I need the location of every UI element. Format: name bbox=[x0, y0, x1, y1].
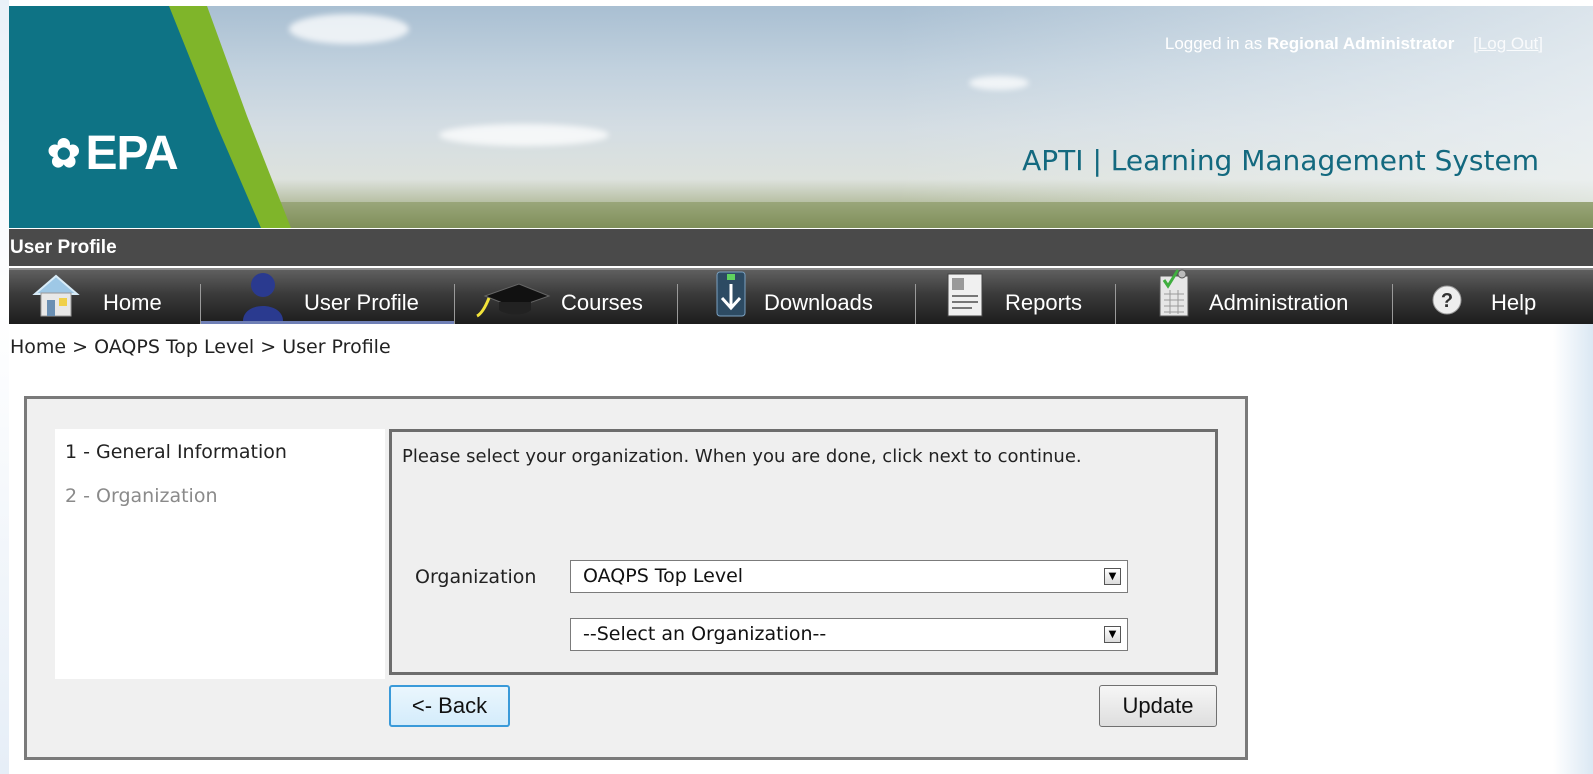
update-button[interactable]: Update bbox=[1099, 685, 1217, 727]
login-status: Logged in as Regional Administrator [Log… bbox=[1164, 34, 1543, 53]
step-general-information[interactable]: 1 - General Information bbox=[65, 441, 287, 463]
nav-administration[interactable]: Administration bbox=[1152, 269, 1387, 324]
back-button[interactable]: <- Back bbox=[389, 685, 510, 727]
user-icon bbox=[243, 273, 283, 321]
user-role: Regional Administrator bbox=[1266, 34, 1455, 53]
step-organization: 2 - Organization bbox=[65, 485, 218, 507]
download-icon bbox=[716, 271, 746, 317]
epa-logo[interactable]: ✿ EPA bbox=[47, 126, 179, 181]
nav-courses[interactable]: Courses bbox=[457, 270, 677, 324]
logout-link[interactable]: [Log Out] bbox=[1473, 34, 1543, 53]
wizard-steps: 1 - General Information 2 - Organization bbox=[55, 429, 385, 679]
dropdown-arrow-icon[interactable]: ▼ bbox=[1104, 568, 1121, 585]
breadcrumb: Home > OAQPS Top Level > User Profile bbox=[10, 336, 391, 358]
wizard-panel: 1 - General Information 2 - Organization… bbox=[24, 396, 1248, 760]
page-edge-right bbox=[1553, 320, 1593, 774]
nav-help[interactable]: ? Help bbox=[1429, 270, 1579, 324]
report-icon bbox=[947, 273, 983, 317]
page-title-bar: User Profile bbox=[9, 229, 1593, 266]
instruction-text: Please select your organization. When yo… bbox=[402, 446, 1082, 467]
page-title: User Profile bbox=[10, 237, 117, 258]
nav-user-profile[interactable]: User Profile bbox=[201, 270, 454, 324]
help-icon: ? bbox=[1432, 285, 1462, 315]
nav-reports[interactable]: Reports bbox=[944, 270, 1114, 324]
page-edge-left bbox=[0, 0, 9, 774]
svg-text:?: ? bbox=[1441, 290, 1453, 312]
system-title: APTI | Learning Management System bbox=[1022, 144, 1539, 177]
main-nav: Home User Profile Courses Downloads Repo… bbox=[9, 268, 1593, 324]
home-icon bbox=[32, 274, 80, 317]
graduation-cap-icon bbox=[476, 283, 551, 318]
dropdown-arrow-icon[interactable]: ▼ bbox=[1104, 626, 1121, 643]
header-banner: ✿ EPA Logged in as Regional Administrato… bbox=[9, 6, 1593, 228]
breadcrumb-user-profile: User Profile bbox=[282, 336, 391, 358]
organization-label: Organization bbox=[415, 566, 537, 588]
organization-select-level-1[interactable]: OAQPS Top Level ▼ bbox=[570, 560, 1128, 593]
organization-select-level-2[interactable]: --Select an Organization-- ▼ bbox=[570, 618, 1128, 651]
clipboard-check-icon bbox=[1159, 269, 1189, 317]
breadcrumb-home[interactable]: Home bbox=[10, 336, 66, 358]
nav-downloads[interactable]: Downloads bbox=[709, 270, 914, 324]
nav-home[interactable]: Home bbox=[31, 270, 201, 324]
wizard-content: Please select your organization. When yo… bbox=[389, 429, 1218, 675]
epa-flower-icon: ✿ bbox=[47, 131, 81, 176]
breadcrumb-oaqps-top-level[interactable]: OAQPS Top Level bbox=[94, 336, 254, 358]
